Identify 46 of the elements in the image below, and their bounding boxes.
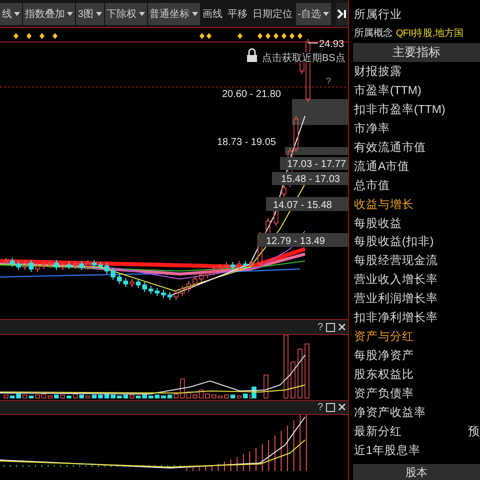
metric-label: 扣非市盈率(TTM) (354, 102, 446, 117)
high-price-label: 24.93 (319, 39, 344, 50)
metric-label: 近1年股息率 (354, 444, 420, 458)
toolbar-button[interactable]: 指数叠加 (23, 2, 75, 25)
metric-label: 净资产收益率 (354, 406, 426, 420)
price-zone-label: 17.03 - 17.77 (280, 157, 348, 170)
metric-label: 市净率 (354, 121, 390, 136)
price-range-label: 20.60 - 21.80 (222, 89, 281, 100)
section-title: 资产与分红 (354, 330, 414, 344)
metric-label: 每股收益 (354, 216, 402, 230)
toolbar-button[interactable]: 普通坐标 (148, 2, 200, 25)
price-range-label: 18.73 - 19.05 (217, 137, 276, 148)
metric-label: 市盈率(TTM) (354, 83, 422, 98)
price-zone-label: 14.07 - 15.48 (266, 197, 348, 212)
price-zone-label: 12.79 - 13.49 (258, 233, 348, 248)
toolbar-button[interactable]: 下除权 (104, 2, 147, 25)
metric-label: 财报披露 (354, 64, 402, 79)
share-capital-button[interactable]: 股本 (353, 464, 480, 480)
price-zone-label: 15.48 - 17.03 (272, 172, 348, 186)
metric-label: 有效流通市值 (354, 140, 426, 155)
concept-value: QFII持股,地方国 (396, 26, 465, 40)
toolbar-button[interactable]: 画线 (200, 2, 225, 25)
metric-label: 股东权益比 (354, 368, 414, 382)
toolbar-button[interactable]: 平移 (226, 2, 250, 25)
toolbar-button[interactable]: -自选 (296, 2, 331, 25)
concept-label: 所属概念 (354, 26, 393, 40)
metric-label: 每股净资产 (354, 348, 414, 364)
toolbar-button[interactable]: 3图 (76, 2, 104, 25)
metric-label: 资产负债率 (354, 386, 414, 402)
industry-label: 所属行业 (354, 8, 402, 22)
section-title: 收益与增长 (354, 198, 414, 212)
metric-label: 扣非净利增长率 (354, 310, 438, 326)
metric-label: 流通A市值 (354, 159, 410, 174)
metric-label: 每股经营现金流 (354, 253, 438, 268)
help-text[interactable]: ? (317, 322, 323, 333)
metric-label: 最新分红 (354, 424, 402, 439)
metric-value: 预 (468, 424, 480, 439)
section-header-button[interactable]: 主要指标 (353, 42, 480, 62)
help-text[interactable]: ? (326, 76, 332, 86)
toolbar-button[interactable]: 日期定位 (250, 2, 295, 25)
metric-label: 总市值 (354, 178, 390, 193)
metric-label: 每股收益(扣非) (354, 234, 434, 250)
help-text[interactable]: ? (317, 402, 323, 413)
metric-label: 营业利润增长率 (354, 291, 438, 306)
toolbar-button[interactable]: 线 (0, 2, 22, 25)
metric-label: 营业收入增长率 (354, 272, 438, 288)
